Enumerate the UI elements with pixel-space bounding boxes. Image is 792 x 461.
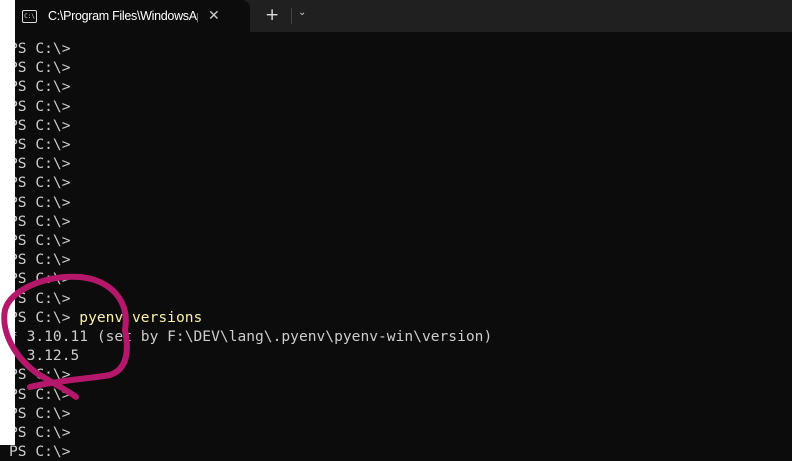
output-line: * 3.10.11 (set by F:\DEV\lang\.pyenv\pye…	[9, 328, 493, 346]
prompt-line: PS C:\>	[9, 155, 71, 173]
prompt-line: PS C:\>	[9, 116, 71, 134]
prompt-line: PS C:\>	[9, 366, 71, 384]
prompt-line: PS C:\>	[9, 270, 71, 288]
prompt-line: PS C:\>	[9, 212, 71, 230]
command-text: pyenv versions	[79, 308, 203, 326]
title-bar: C:\ C:\Program Files\WindowsApps ✕ + ⌄	[15, 0, 792, 32]
terminal-output[interactable]: PS C:\> PS C:\> PS C:\> PS C:\> PS C:\> PS C:…	[9, 39, 792, 460]
divider	[291, 8, 292, 24]
prompt-line: PS C:\>	[9, 443, 71, 461]
prompt: PS C:\>	[9, 308, 80, 326]
prompt-line: PS C:\>	[9, 97, 71, 115]
prompt-line: PS C:\>	[9, 289, 71, 307]
left-margin	[0, 0, 15, 445]
terminal-icon: C:\	[22, 9, 37, 23]
prompt-line: PS C:\>	[9, 193, 71, 211]
prompt-line: PS C:\>	[9, 78, 71, 96]
prompt-line: PS C:\>	[9, 174, 71, 192]
tab-title: C:\Program Files\WindowsApps	[48, 9, 198, 23]
prompt-line: PS C:\>	[9, 251, 71, 269]
prompt-line: PS C:\>	[9, 424, 71, 442]
prompt-line: PS C:\>	[9, 59, 71, 77]
close-tab-icon[interactable]: ✕	[208, 8, 220, 24]
prompt-line: PS C:\>	[9, 385, 71, 403]
chevron-down-icon[interactable]: ⌄	[298, 7, 306, 18]
output-line: 3.12.5	[9, 347, 80, 365]
command-line: PS C:\> pyenv versions	[9, 308, 792, 327]
prompt-line: PS C:\>	[9, 40, 71, 57]
new-tab-button[interactable]: +	[265, 5, 279, 25]
prompt-line: PS C:\>	[9, 136, 71, 154]
prompt-line: PS C:\>	[9, 404, 71, 422]
prompt-line: PS C:\>	[9, 232, 71, 250]
tab-active[interactable]: C:\ C:\Program Files\WindowsApps ✕	[15, 0, 250, 32]
